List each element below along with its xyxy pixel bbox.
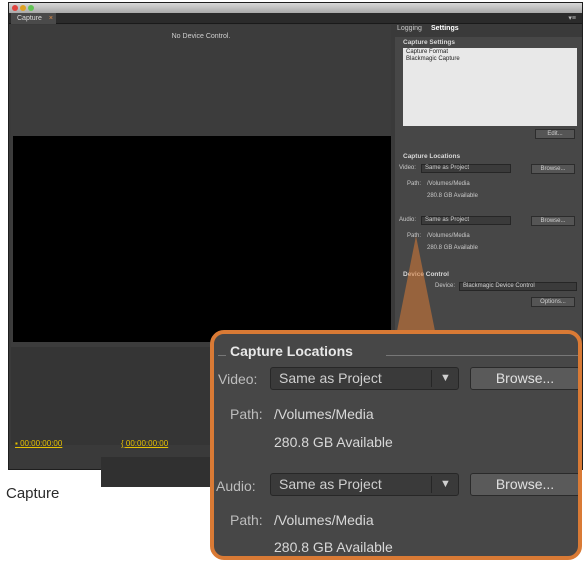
timecode-in-value: 00:00:00:00 (20, 439, 63, 448)
select-divider (431, 476, 432, 493)
callout-video-path-label: Path: (230, 406, 263, 422)
device-select[interactable]: Blackmagic Device Control (459, 282, 577, 291)
zoom-window-button[interactable] (28, 5, 34, 11)
device-value: Blackmagic Device Control (463, 283, 535, 289)
timecode-in[interactable]: ▪ 00:00:00:00 (15, 439, 62, 448)
title-bar (9, 3, 582, 13)
capture-format-value: Blackmagic Capture (406, 56, 460, 62)
close-window-button[interactable] (12, 5, 18, 11)
callout-video-space-available: 280.8 GB Available (274, 434, 393, 450)
callout-audio-value: Same as Project (279, 476, 382, 492)
audio-location-select[interactable]: Same as Project (421, 216, 511, 225)
video-location-select[interactable]: Same as Project (421, 164, 511, 173)
capture-settings-title: Capture Settings (403, 39, 456, 46)
callout-video-label: Video: (218, 371, 258, 387)
capture-format-box: Capture Format Blackmagic Capture (403, 48, 577, 126)
tab-logging[interactable]: Logging (397, 25, 422, 32)
timecode-out-value: 00:00:00:00 (125, 439, 169, 448)
callout-audio-path-label: Path: (230, 512, 263, 528)
chevron-down-icon: ▼ (440, 478, 451, 490)
title-rule-left (218, 355, 226, 356)
callout-video-path: /Volumes/Media (274, 406, 374, 422)
panel-tab-bar: Capture × ▾≡ (9, 13, 582, 24)
capture-format-label: Capture Format (406, 49, 449, 55)
capture-locations-title: Capture Locations (403, 153, 461, 160)
video-preview (13, 136, 391, 342)
audio-location-value: Same as Project (425, 217, 470, 223)
edit-button[interactable]: Edit... (535, 129, 575, 139)
video-path-label: Path: (407, 181, 422, 187)
panel-menu-icon[interactable]: ▾≡ (568, 13, 576, 24)
audio-browse-button[interactable]: Browse... (531, 216, 575, 226)
callout-title: Capture Locations (230, 343, 353, 359)
video-path-value: /Volumes/Media (427, 181, 470, 187)
select-divider (431, 370, 432, 387)
options-button[interactable]: Options... (531, 297, 575, 307)
video-browse-button[interactable]: Browse... (531, 164, 575, 174)
side-panel-tabs: Logging Settings (395, 25, 582, 35)
audio-label: Audio: (399, 217, 417, 223)
video-location-value: Same as Project (425, 165, 470, 171)
video-label: Video: (399, 165, 416, 171)
capture-locations-callout: Capture Locations Video: Same as Project… (210, 330, 582, 560)
callout-video-value: Same as Project (279, 370, 382, 386)
timecode-out[interactable]: { 00:00:00:00 (121, 439, 168, 448)
callout-video-browse-button[interactable]: Browse... (470, 367, 578, 390)
chevron-down-icon: ▼ (440, 372, 451, 384)
tab-capture-label: Capture (17, 15, 42, 22)
callout-audio-select[interactable]: Same as Project ▼ (270, 473, 459, 496)
callout-audio-space-available: 280.8 GB Available (274, 539, 393, 555)
tab-settings[interactable]: Settings (431, 25, 459, 32)
title-rule-right (386, 355, 578, 356)
callout-video-select[interactable]: Same as Project ▼ (270, 367, 459, 390)
device-label: Device: (435, 283, 456, 289)
device-status: No Device Control. (171, 33, 231, 40)
minimize-window-button[interactable] (20, 5, 26, 11)
figure-caption: Capture (6, 485, 60, 502)
callout-audio-label: Audio: (216, 478, 256, 494)
callout-audio-browse-button[interactable]: Browse... (470, 473, 578, 496)
callout-audio-path: /Volumes/Media (274, 512, 374, 528)
tab-capture[interactable]: Capture × (11, 13, 56, 24)
callout-pointer (396, 236, 436, 336)
transport-controls[interactable] (101, 457, 221, 487)
video-space-available: 280.8 GB Available (427, 193, 478, 199)
close-icon[interactable]: × (49, 13, 53, 24)
